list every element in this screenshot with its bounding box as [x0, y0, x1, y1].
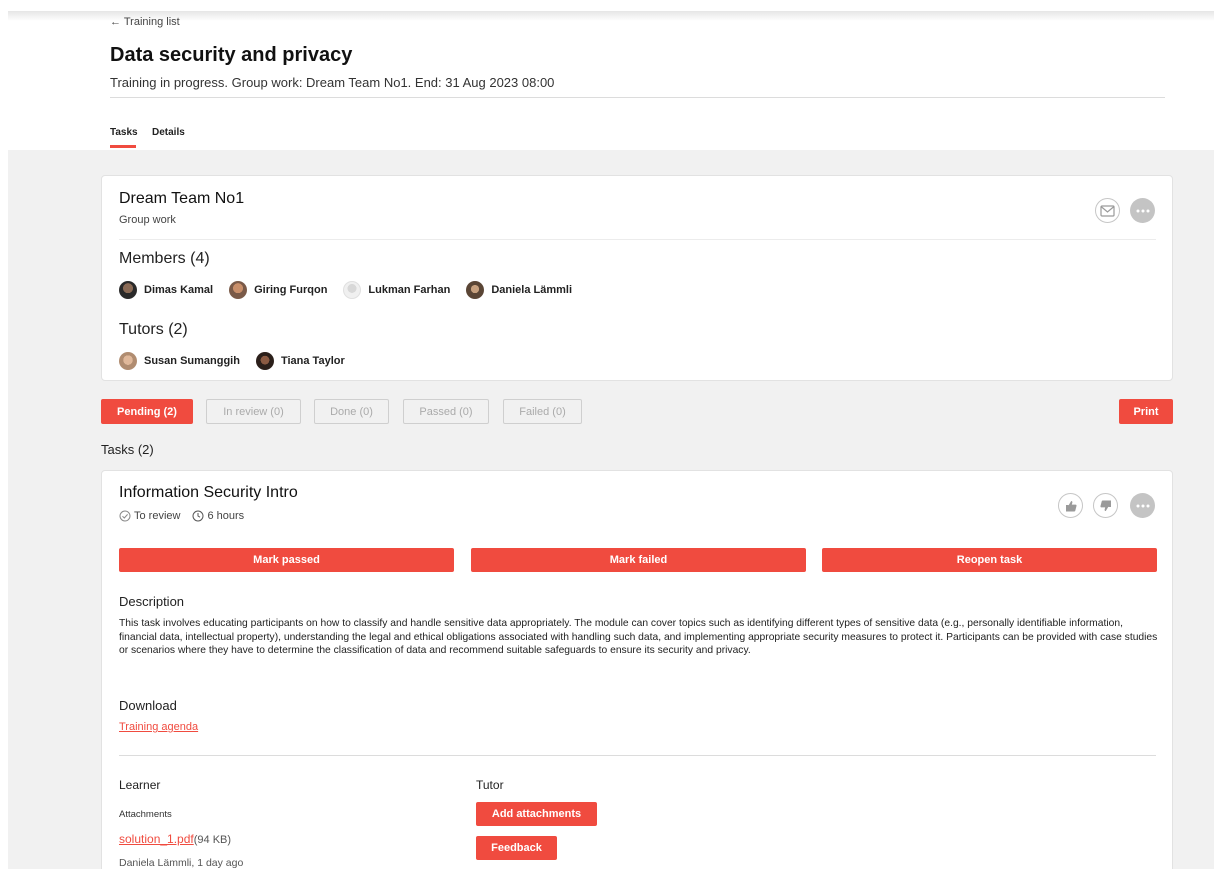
member-item[interactable]: Dimas Kamal: [119, 281, 213, 299]
learner-heading: Learner: [119, 778, 161, 792]
avatar: [119, 352, 137, 370]
print-button[interactable]: Print: [1119, 399, 1173, 424]
team-name: Dream Team No1: [119, 190, 245, 207]
check-circle-icon: [119, 510, 131, 522]
download-heading: Download: [119, 698, 177, 713]
member-name: Giring Furqon: [254, 284, 328, 296]
task-card: Information Security Intro To review 6 h…: [101, 470, 1173, 869]
page-title: Data security and privacy: [110, 44, 353, 66]
task-duration-label: 6 hours: [207, 510, 245, 522]
avatar: [255, 352, 274, 370]
tab-details[interactable]: Details: [152, 127, 185, 138]
thumbs-down-icon[interactable]: [1093, 493, 1118, 518]
thumbs-up-icon[interactable]: [1058, 493, 1083, 518]
page-subtitle: Training in progress. Group work: Dream …: [110, 75, 555, 90]
tutors-heading: Tutors (2): [119, 321, 188, 338]
task-divider: [119, 755, 1156, 756]
member-item[interactable]: Lukman Farhan: [343, 281, 450, 299]
mark-passed-button[interactable]: Mark passed: [119, 548, 454, 572]
attachment-file: solution_1.pdf(94 KB): [119, 832, 231, 846]
task-title: Information Security Intro: [119, 484, 298, 501]
attachments-label: Attachments: [119, 809, 172, 820]
avatar: [466, 281, 485, 299]
tab-tasks[interactable]: Tasks: [110, 127, 138, 138]
tutors-list: Susan Sumanggih Tiana Taylor: [119, 352, 345, 370]
add-attachments-button[interactable]: Add attachments: [476, 802, 597, 826]
more-icon[interactable]: [1130, 493, 1155, 518]
member-item[interactable]: Daniela Lämmli: [466, 281, 572, 299]
filter-pending[interactable]: Pending (2): [101, 399, 193, 424]
back-to-training-list-link[interactable]: ← Training list: [110, 16, 180, 28]
task-status-label: To review: [134, 510, 181, 522]
more-icon[interactable]: [1130, 198, 1155, 223]
filter-passed[interactable]: Passed (0): [403, 399, 489, 424]
member-name: Lukman Farhan: [368, 284, 451, 296]
tutor-name: Tiana Taylor: [280, 355, 345, 367]
tutor-heading: Tutor: [476, 778, 504, 792]
training-agenda-link[interactable]: Training agenda: [119, 721, 198, 733]
team-kind: Group work: [119, 214, 176, 226]
avatar: [229, 281, 248, 299]
active-tab-indicator: [110, 145, 136, 148]
attachment-file-link[interactable]: solution_1.pdf: [119, 832, 194, 846]
member-name: Daniela Lämmli: [491, 284, 573, 296]
filter-done[interactable]: Done (0): [314, 399, 389, 424]
tutor-item[interactable]: Susan Sumanggih: [119, 352, 240, 370]
tutor-name: Susan Sumanggih: [144, 355, 240, 367]
reopen-task-button[interactable]: Reopen task: [822, 548, 1157, 572]
avatar: [119, 281, 137, 299]
header-divider: [110, 97, 1165, 98]
members-heading: Members (4): [119, 250, 210, 267]
member-item[interactable]: Giring Furqon: [229, 281, 327, 299]
attachment-file-size: (94 KB): [193, 834, 232, 846]
mark-failed-button[interactable]: Mark failed: [471, 548, 806, 572]
mail-icon[interactable]: [1095, 198, 1120, 223]
members-list: Dimas Kamal Giring Furqon Lukman Farhan …: [119, 281, 572, 299]
description-text: This task involves educating participant…: [119, 618, 1158, 656]
description-heading: Description: [119, 594, 185, 609]
tasks-heading: Tasks (2): [101, 442, 154, 457]
filter-in-review[interactable]: In review (0): [206, 399, 301, 424]
task-duration: 6 hours: [192, 510, 244, 522]
team-divider: [119, 239, 1156, 240]
feedback-button[interactable]: Feedback: [476, 836, 557, 860]
avatar: [343, 281, 362, 299]
task-status: To review: [119, 510, 180, 522]
task-meta: To review 6 hours: [119, 510, 244, 522]
tutor-item[interactable]: Tiana Taylor: [255, 352, 345, 370]
clock-icon: [192, 510, 204, 522]
filter-failed[interactable]: Failed (0): [503, 399, 582, 424]
team-card: Dream Team No1 Group work Members (4) Di…: [101, 175, 1173, 381]
member-name: Dimas Kamal: [144, 284, 214, 296]
page-header: ← Training list Data security and privac…: [0, 0, 1214, 150]
attachment-meta: Daniela Lämmli, 1 day ago: [119, 857, 244, 869]
